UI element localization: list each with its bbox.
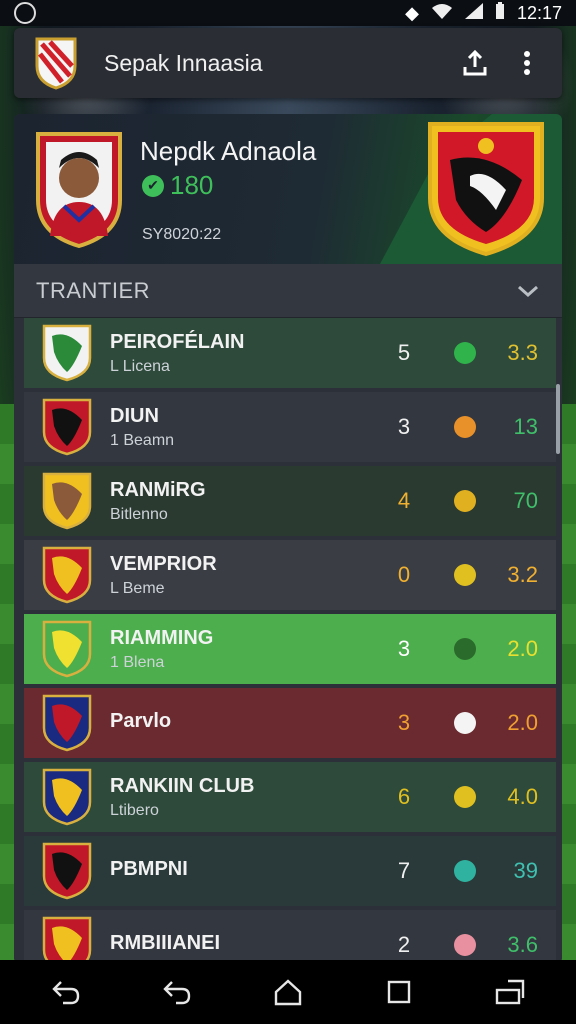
player-photo-crest xyxy=(36,132,122,248)
ball-icon xyxy=(454,416,476,438)
featured-player-card[interactable]: Nepdk Adnaola ✔ 180 SY8020:22 xyxy=(14,114,562,264)
rotate-icon[interactable] xyxy=(488,970,532,1014)
team-name: PBMPNI xyxy=(110,857,188,880)
team-crest-icon xyxy=(42,768,92,826)
team-subtitle: 1 Beamn xyxy=(110,431,175,449)
team-subtitle: Bitlenno xyxy=(110,505,168,523)
share-icon[interactable] xyxy=(460,48,490,78)
ranking-row[interactable]: RMBIIIANEI 2 3.6 xyxy=(24,910,556,964)
team-subtitle: Ltibero xyxy=(110,801,159,819)
team-subtitle: L Licena xyxy=(110,357,170,375)
ranking-row[interactable]: RANMiRG Bitlenno 4 70 xyxy=(24,466,556,536)
team-name: RIAMMING xyxy=(110,626,214,649)
team-rating: 13 xyxy=(513,414,538,439)
ranking-row[interactable]: PBMPNI 7 39 xyxy=(24,836,556,906)
undo-icon[interactable] xyxy=(155,970,199,1014)
team-crest-icon xyxy=(42,472,92,530)
ball-icon xyxy=(454,564,476,586)
team-number: 4 xyxy=(397,488,411,513)
ranking-panel: Nepdk Adnaola ✔ 180 SY8020:22 TRANTIER P… xyxy=(14,114,562,964)
signal-icon xyxy=(464,2,483,24)
section-header[interactable]: TRANTIER xyxy=(14,264,562,318)
team-rating: 2.0 xyxy=(507,710,538,735)
ranking-row[interactable]: RIAMMING 1 Blena 3 2.0 xyxy=(24,614,556,684)
team-number: 0 xyxy=(397,562,411,587)
ranking-row[interactable]: VEMPRIOR L Beme 0 3.2 xyxy=(24,540,556,610)
navigation-bar xyxy=(0,960,576,1024)
team-number: 6 xyxy=(397,784,411,809)
team-rating: 3.6 xyxy=(507,932,538,957)
team-crest-icon xyxy=(428,122,544,257)
club-crest-icon xyxy=(35,37,77,90)
team-number: 2 xyxy=(397,932,411,957)
team-name: RMBIIIANEI xyxy=(110,931,220,954)
player-name: Nepdk Adnaola xyxy=(140,136,317,166)
team-subtitle: 1 Blena xyxy=(110,653,165,671)
team-name: Parvlo xyxy=(110,709,172,732)
scrollbar[interactable] xyxy=(556,384,560,454)
ranking-row[interactable]: Parvlo 3 2.0 xyxy=(24,688,556,758)
ranking-row[interactable]: DIUN 1 Beamn 3 13 xyxy=(24,392,556,462)
team-rating: 3.2 xyxy=(507,562,538,587)
team-number: 5 xyxy=(397,340,411,365)
team-number: 3 xyxy=(397,636,411,661)
status-time: 12:17 xyxy=(516,2,562,23)
ranking-list: PEIROFÉLAIN L Licena 5 3.3 DIUN 1 Beamn … xyxy=(14,318,562,964)
team-rating: 2.0 xyxy=(507,636,538,661)
team-crest-icon xyxy=(42,694,92,752)
team-crest-icon xyxy=(42,916,92,964)
team-rating: 39 xyxy=(513,858,538,883)
ball-icon xyxy=(454,638,476,660)
ball-icon xyxy=(454,712,476,734)
player-date: SY8020:22 xyxy=(142,226,222,243)
team-number: 7 xyxy=(397,858,411,883)
team-crest-icon xyxy=(42,620,92,678)
recents-icon[interactable] xyxy=(377,970,421,1014)
battery-icon xyxy=(495,1,505,25)
ranking-row[interactable]: RANKIIN CLUB Ltibero 6 4.0 xyxy=(24,762,556,832)
home-icon[interactable] xyxy=(266,970,310,1014)
more-vert-icon[interactable] xyxy=(512,48,542,78)
section-title: TRANTIER xyxy=(36,277,150,303)
team-crest-icon xyxy=(42,842,92,900)
app-notification-icon xyxy=(14,2,36,24)
team-name: RANMiRG xyxy=(110,478,206,501)
team-crest-icon xyxy=(42,324,92,382)
team-number: 3 xyxy=(397,710,411,735)
ball-icon xyxy=(454,934,476,956)
team-rating: 4.0 xyxy=(507,784,538,809)
status-bar: ◆ 12:17 xyxy=(0,0,576,26)
ball-icon xyxy=(454,786,476,808)
back-icon[interactable] xyxy=(44,970,88,1014)
team-name: RANKIIN CLUB xyxy=(110,774,255,797)
app-bar: Sepak Innaasia xyxy=(14,28,562,98)
app-title: Sepak Innaasia xyxy=(104,49,263,76)
location-icon: ◆ xyxy=(405,2,419,23)
wifi-icon xyxy=(431,3,453,24)
ball-icon xyxy=(454,860,476,882)
player-score: ✔ 180 xyxy=(142,170,213,201)
ball-icon xyxy=(454,490,476,512)
ranking-row[interactable]: PEIROFÉLAIN L Licena 5 3.3 xyxy=(24,318,556,388)
team-crest-icon xyxy=(42,546,92,604)
check-icon: ✔ xyxy=(142,174,164,197)
chevron-down-icon[interactable] xyxy=(516,284,540,298)
team-name: DIUN xyxy=(110,404,159,427)
team-rating: 3.3 xyxy=(507,340,538,365)
team-number: 3 xyxy=(397,414,411,439)
team-name: PEIROFÉLAIN xyxy=(110,330,245,353)
team-crest-icon xyxy=(42,398,92,456)
team-rating: 70 xyxy=(513,488,538,513)
team-subtitle: L Beme xyxy=(110,579,165,597)
ball-icon xyxy=(454,342,476,364)
team-name: VEMPRIOR xyxy=(110,552,217,575)
